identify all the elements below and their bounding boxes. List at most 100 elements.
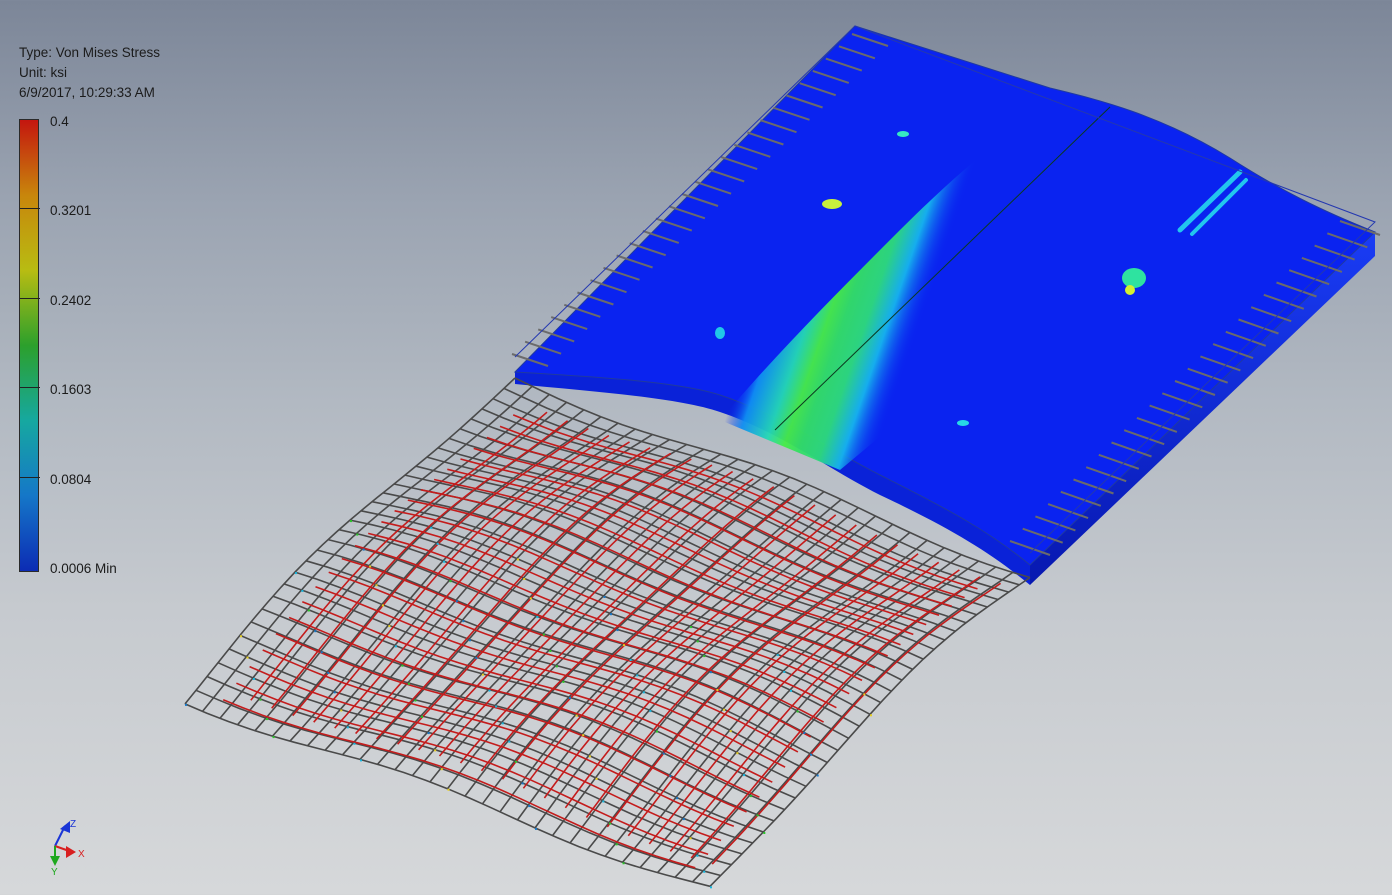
rebar-stress-point [615, 843, 618, 846]
rebar-stress-point [346, 726, 349, 729]
rebar-stress-point [523, 578, 526, 580]
rebar-stress-point [401, 664, 404, 667]
rebar-stress-point [360, 759, 362, 762]
rebar-stress-point [340, 709, 343, 712]
rebar-stress-point [414, 699, 417, 702]
colorbar-tick-mark [20, 208, 40, 210]
rebar-stress-point [353, 742, 356, 745]
rebar-stress-point [272, 736, 275, 739]
fea-scene[interactable]: Z X Y [0, 0, 1392, 895]
rebar-stress-point [185, 703, 187, 706]
colorbar-tick-label: 0.0006 Min [50, 561, 117, 576]
colorbar-tick-label: 0.0804 [50, 471, 92, 487]
axis-z-label: Z [70, 819, 76, 830]
rebar-stress-point [421, 715, 423, 718]
rebar-stress-point [528, 805, 531, 808]
rebar-line-stressed [236, 682, 709, 856]
rebar-stress-point [430, 526, 433, 529]
rebar-stress-point [616, 629, 619, 632]
rebar-stress-point [462, 620, 465, 623]
rebar-stress-point [535, 827, 537, 830]
rebar-stress-point [381, 604, 384, 607]
rebar-stress-point [870, 714, 872, 717]
rebar-stress-point [240, 635, 242, 638]
rebar-line [236, 401, 568, 726]
rebar-stress-point [703, 870, 706, 873]
rebar-stress-point [723, 708, 726, 711]
rebar-stress-point [569, 697, 571, 700]
rebar-stress-point [662, 752, 665, 755]
colorbar-tick-mark [20, 387, 40, 389]
rebar-stress-point [696, 854, 699, 857]
rebar-stress-point [642, 691, 645, 694]
rebar-stress-point [588, 755, 591, 758]
rebar-line-stressed [690, 576, 981, 859]
rebar-stress-point [320, 651, 323, 654]
rebar-stress-point [729, 730, 732, 733]
rebar-stress-point [810, 753, 812, 756]
rebar-stress-point [475, 657, 478, 660]
model-viewport[interactable]: Z X Y Type: Von Mises Stress Unit: ksi 6… [0, 0, 1392, 895]
rebar-stress-point [636, 674, 639, 677]
rebar-stress-point [649, 710, 652, 713]
rebar-stress-point [495, 705, 498, 708]
axis-y-label: Y [51, 867, 58, 878]
rebar-line [217, 661, 743, 855]
rebar-line-stressed [394, 510, 863, 682]
rebar-line [184, 377, 516, 705]
rebar-line [206, 675, 732, 866]
rebar-stress-point [529, 597, 532, 600]
rebar-stress-point [394, 645, 397, 648]
rebar-stress-point [521, 782, 524, 785]
rebar-stress-point [481, 673, 484, 676]
rebar-stress-point [682, 818, 685, 821]
rebar-stress-point [610, 613, 612, 616]
rebar-stress-point [436, 542, 439, 545]
rebar-stress-point [375, 584, 378, 587]
colorbar-tick-label: 0.1603 [50, 382, 92, 398]
axis-triad[interactable]: Z X Y [50, 819, 85, 878]
rebar-stress-point [603, 596, 606, 598]
rebar-stress-point [783, 671, 786, 673]
rebar-line [254, 409, 585, 732]
rebar-stress-point [266, 718, 268, 721]
rebar-stress-point [246, 656, 249, 659]
rebar-stress-point [623, 644, 625, 647]
rebar-stress-point [629, 659, 632, 661]
rebar-stress-point [743, 774, 746, 777]
rebar-stress-point [696, 640, 699, 643]
rebar-stress-point [350, 520, 352, 523]
rebar-stress-point [516, 558, 519, 561]
rebar-stress-point [536, 616, 539, 619]
rebar-stress-point [756, 814, 759, 817]
rebar-stress-point [369, 565, 372, 568]
rebar-stress-point [602, 800, 605, 803]
rebar-stress-point [736, 752, 739, 755]
rebar-stress-point [443, 560, 446, 563]
legend-header: Type: Von Mises Stress Unit: ksi 6/9/201… [19, 43, 160, 103]
rebar-stress-point [669, 775, 672, 778]
rebar-stress-point [703, 655, 706, 658]
rebar-stress-point [575, 714, 578, 717]
rebar-stress-point [595, 777, 598, 780]
rebar-stress-point [449, 580, 452, 583]
axis-x-label: X [78, 849, 85, 860]
rebar-stress-point [388, 625, 391, 628]
rebar-stress-point [689, 837, 692, 840]
rebar-stress-point [407, 682, 410, 685]
rebar-stress-point [434, 749, 437, 752]
rebar-stress-point [362, 548, 365, 551]
colorbar-tick-mark [20, 297, 40, 299]
rebar-stress-point [447, 788, 450, 791]
rebar-stress-point [796, 710, 799, 713]
rebar-stress-point [709, 671, 712, 674]
rebar-stress-point [716, 689, 719, 691]
rebar-stress-point [295, 572, 297, 575]
rebar-stress-point [790, 689, 792, 692]
rebar-stress-point [314, 630, 317, 633]
rebar-stress-point [549, 650, 552, 652]
rebar-stress-point [468, 639, 471, 642]
rebar-stress-point [749, 795, 752, 798]
rebar-stress-point [301, 589, 304, 592]
rebar-stress-point [252, 678, 255, 680]
